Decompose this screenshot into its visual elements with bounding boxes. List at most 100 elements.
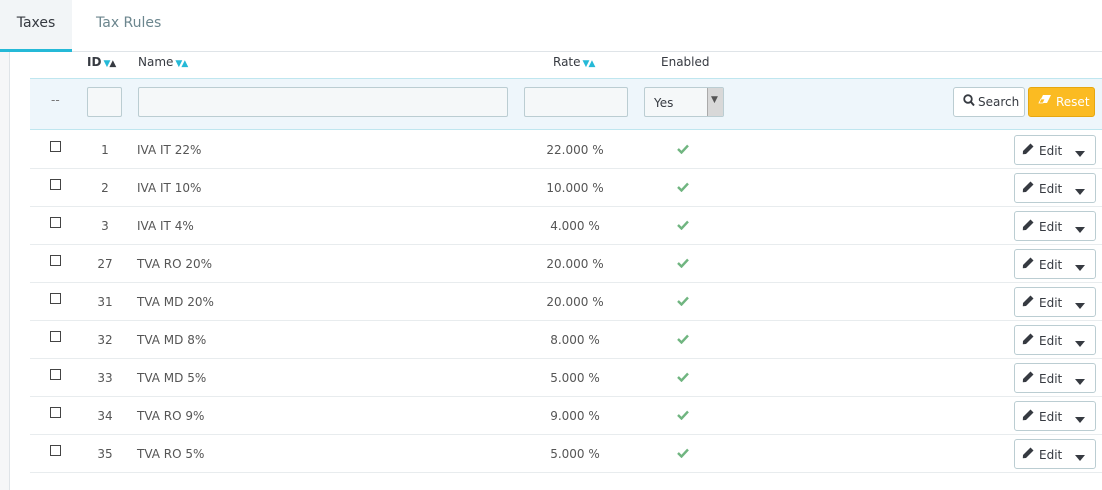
enabled-check-icon[interactable] [677, 257, 689, 271]
pencil-icon [1022, 143, 1034, 158]
sort-asc-icon[interactable]: ▲ [588, 59, 595, 69]
left-gutter [0, 52, 9, 490]
row-checkbox[interactable] [50, 407, 61, 418]
row-checkbox[interactable] [50, 179, 61, 190]
filter-rate-input[interactable] [524, 87, 628, 117]
enabled-check-icon[interactable] [677, 219, 689, 233]
caret-down-icon[interactable] [1075, 260, 1085, 274]
row-rate: 20.000 % [546, 257, 604, 271]
edit-button-label: Edit [1039, 220, 1063, 234]
pencil-icon [1022, 257, 1034, 272]
caret-down-icon[interactable] [1075, 412, 1085, 426]
row-id: 34 [97, 409, 113, 423]
table-row: 32 TVA MD 8% 8.000 % Edit [30, 321, 1102, 359]
row-id: 35 [97, 447, 113, 461]
enabled-check-icon[interactable] [677, 181, 689, 195]
pencil-icon [1022, 295, 1034, 310]
search-icon [963, 94, 975, 110]
table-row: 1 IVA IT 22% 22.000 % Edit [30, 131, 1102, 169]
enabled-check-icon[interactable] [677, 333, 689, 347]
caret-down-icon[interactable] [1075, 450, 1085, 464]
caret-down-icon[interactable] [1075, 184, 1085, 198]
caret-down-icon[interactable] [1075, 222, 1085, 236]
table-row: 34 TVA RO 9% 9.000 % Edit [30, 397, 1102, 435]
caret-down-icon[interactable] [1075, 298, 1085, 312]
row-rate: 10.000 % [546, 181, 604, 195]
edit-button[interactable]: Edit [1014, 211, 1096, 241]
enabled-check-icon[interactable] [677, 371, 689, 385]
sort-asc-icon[interactable]: ▲ [181, 59, 188, 69]
row-checkbox[interactable] [50, 255, 61, 266]
search-button[interactable]: Search [953, 87, 1025, 117]
row-checkbox[interactable] [50, 217, 61, 228]
row-checkbox[interactable] [50, 445, 61, 456]
pencil-icon [1022, 219, 1034, 234]
enabled-check-icon[interactable] [677, 447, 689, 461]
row-name: IVA IT 10% [137, 181, 202, 195]
row-rate: 8.000 % [550, 333, 600, 347]
edit-button-label: Edit [1039, 144, 1063, 158]
reset-button-label: Reset [1056, 95, 1090, 109]
row-rate: 4.000 % [550, 219, 600, 233]
row-name: TVA RO 9% [137, 409, 205, 423]
row-rate: 22.000 % [546, 143, 604, 157]
enabled-check-icon[interactable] [677, 143, 689, 157]
edit-button[interactable]: Edit [1014, 401, 1096, 431]
pencil-icon [1022, 371, 1034, 386]
caret-down-icon[interactable] [1075, 374, 1085, 388]
row-checkbox[interactable] [50, 331, 61, 342]
column-enabled-label: Enabled [661, 55, 710, 69]
edit-button[interactable]: Edit [1014, 439, 1096, 469]
filter-id-input[interactable] [87, 87, 122, 117]
edit-button[interactable]: Edit [1014, 287, 1096, 317]
row-name: IVA IT 4% [137, 219, 194, 233]
row-id: 31 [97, 295, 113, 309]
row-checkbox[interactable] [50, 293, 61, 304]
caret-down-icon[interactable] [1075, 336, 1085, 350]
taxes-table-body: 1 IVA IT 22% 22.000 % Edit 2 IVA IT 10% … [30, 131, 1102, 473]
caret-down-icon[interactable] [1075, 146, 1085, 160]
row-checkbox[interactable] [50, 369, 61, 380]
edit-button-label: Edit [1039, 182, 1063, 196]
tab-tax-rules[interactable]: Tax Rules [96, 0, 161, 52]
edit-button-label: Edit [1039, 372, 1063, 386]
column-rate: Rate ▼▲ [553, 55, 595, 69]
row-checkbox[interactable] [50, 141, 61, 152]
reset-button[interactable]: Reset [1028, 87, 1095, 117]
search-button-label: Search [978, 95, 1020, 109]
table-row: 3 IVA IT 4% 4.000 % Edit [30, 207, 1102, 245]
filter-enabled-select[interactable]: Yes ▼ [644, 87, 724, 117]
row-id: 3 [101, 219, 109, 233]
pencil-icon [1022, 333, 1034, 348]
column-name-label: Name [138, 55, 174, 69]
column-name: Name ▼▲ [138, 55, 188, 69]
edit-button-label: Edit [1039, 258, 1063, 272]
edit-button[interactable]: Edit [1014, 249, 1096, 279]
filter-placeholder: -- [51, 93, 60, 107]
table-row: 33 TVA MD 5% 5.000 % Edit [30, 359, 1102, 397]
taxes-panel: ID ▼ ▲ Name ▼▲ Rate ▼▲ Enabled -- Yes ▼ Sear… [0, 52, 1102, 490]
enabled-check-icon[interactable] [677, 409, 689, 423]
row-id: 33 [97, 371, 113, 385]
panel-left-border [9, 52, 10, 490]
enabled-check-icon[interactable] [677, 295, 689, 309]
table-row: 31 TVA MD 20% 20.000 % Edit [30, 283, 1102, 321]
filter-name-input[interactable] [138, 87, 508, 117]
select-arrow[interactable]: ▼ [707, 88, 723, 116]
row-rate: 9.000 % [550, 409, 600, 423]
edit-button[interactable]: Edit [1014, 325, 1096, 355]
edit-button[interactable]: Edit [1014, 173, 1096, 203]
row-id: 1 [101, 143, 109, 157]
edit-button[interactable]: Edit [1014, 363, 1096, 393]
tab-bar: Taxes Tax Rules [0, 0, 1102, 52]
pencil-icon [1022, 409, 1034, 424]
column-id-label: ID [87, 55, 102, 69]
sort-asc-icon[interactable]: ▲ [109, 59, 116, 69]
column-enabled: Enabled [661, 55, 710, 69]
row-name: IVA IT 22% [137, 143, 202, 157]
edit-button-label: Edit [1039, 334, 1063, 348]
row-id: 32 [97, 333, 113, 347]
tab-taxes[interactable]: Taxes [0, 0, 72, 52]
edit-button[interactable]: Edit [1014, 135, 1096, 165]
edit-button-label: Edit [1039, 296, 1063, 310]
